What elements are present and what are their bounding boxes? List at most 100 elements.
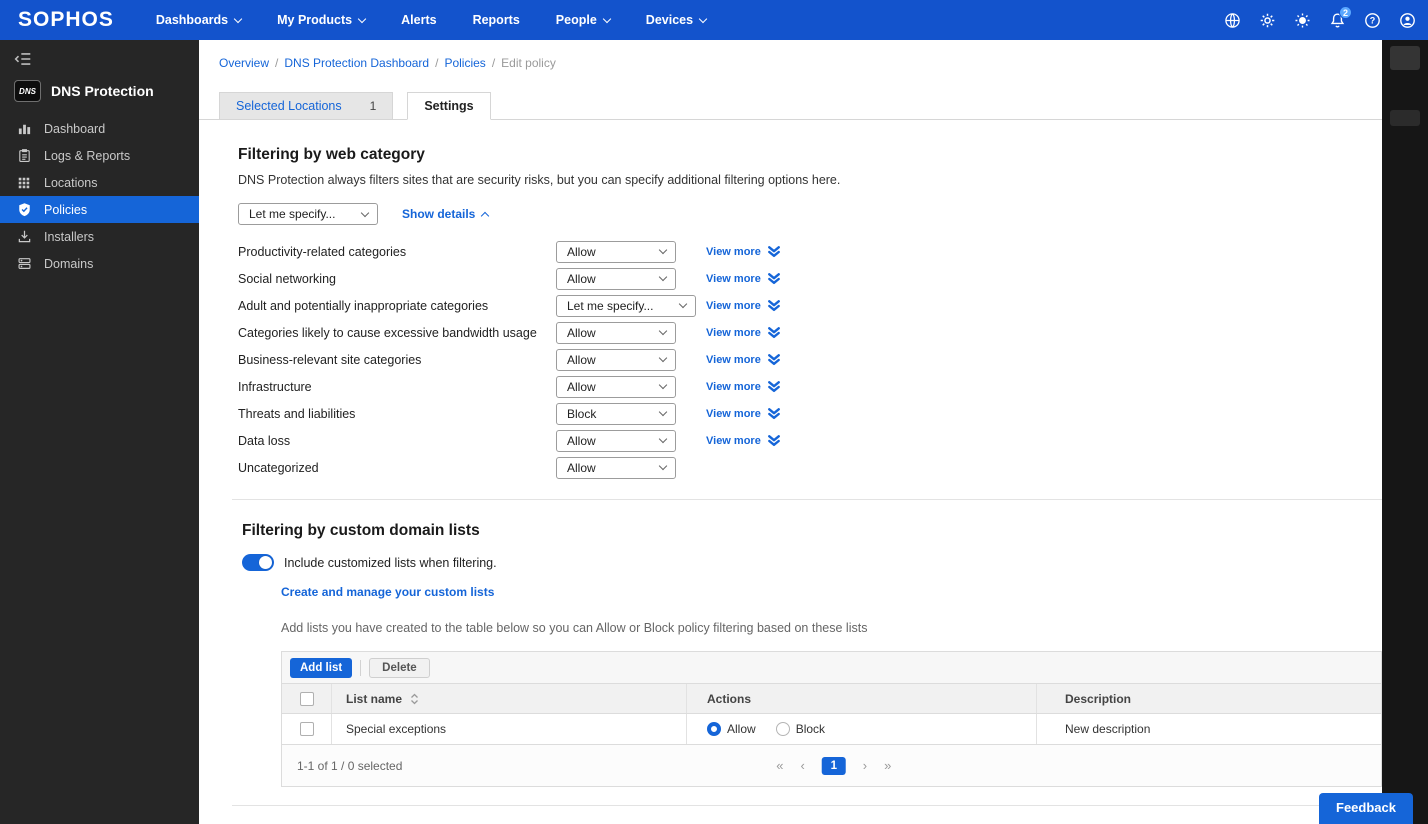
breadcrumb-policies[interactable]: Policies bbox=[444, 56, 485, 70]
scrollbar-mark bbox=[1390, 110, 1420, 126]
globe-icon[interactable] bbox=[1223, 11, 1241, 29]
sophos-logo[interactable]: SOPHOS bbox=[18, 8, 114, 32]
view-more-label: View more bbox=[706, 434, 761, 447]
show-details-toggle[interactable]: Show details bbox=[402, 207, 490, 221]
sidebar-nav: Dashboard Logs & Reports Locations Polic… bbox=[0, 115, 199, 277]
tab-bar: Selected Locations 1 Settings bbox=[199, 91, 1382, 120]
view-more-link[interactable]: View more bbox=[706, 246, 781, 258]
view-more-link[interactable]: View more bbox=[706, 300, 781, 312]
column-label: Description bbox=[1065, 691, 1132, 706]
sidebar-item-installers[interactable]: Installers bbox=[0, 223, 199, 250]
view-more-label: View more bbox=[706, 407, 761, 420]
brightness-icon[interactable] bbox=[1293, 11, 1311, 29]
custom-lists-table: Add list Delete List name Actions Descri… bbox=[281, 651, 1382, 787]
feedback-button[interactable]: Feedback bbox=[1319, 793, 1413, 824]
manage-custom-lists-link[interactable]: Create and manage your custom lists bbox=[281, 585, 494, 599]
category-label: Social networking bbox=[238, 271, 336, 286]
scrollbar[interactable] bbox=[1382, 40, 1428, 824]
category-action-select[interactable]: Allow bbox=[556, 375, 676, 398]
tab-settings[interactable]: Settings bbox=[407, 92, 491, 120]
table-row: Special exceptions Allow Block New descr… bbox=[281, 714, 1382, 745]
nav-people[interactable]: People bbox=[555, 13, 612, 27]
account-icon[interactable] bbox=[1398, 11, 1416, 29]
notifications-bell-icon[interactable]: 2 bbox=[1328, 6, 1352, 29]
show-details-label: Show details bbox=[402, 207, 476, 221]
category-row: Social networking Allow View more bbox=[238, 265, 1382, 292]
table-header-row: List name Actions Description bbox=[281, 684, 1382, 714]
delete-button[interactable]: Delete bbox=[369, 657, 430, 678]
section-title: Filtering by custom domain lists bbox=[242, 522, 480, 539]
nav-dashboards[interactable]: Dashboards bbox=[155, 13, 243, 27]
block-radio-label[interactable]: Block bbox=[796, 722, 825, 736]
breadcrumb-overview[interactable]: Overview bbox=[219, 56, 269, 70]
category-action-select[interactable]: Block bbox=[556, 402, 676, 425]
sidebar-collapse-button[interactable] bbox=[14, 50, 32, 68]
next-page-button[interactable]: › bbox=[863, 758, 867, 773]
filter-mode-select[interactable]: Let me specify... bbox=[238, 203, 378, 225]
category-label: Uncategorized bbox=[238, 460, 319, 475]
sidebar-item-label: Policies bbox=[44, 202, 88, 217]
view-more-link[interactable]: View more bbox=[706, 381, 781, 393]
nav-label: Dashboards bbox=[155, 13, 229, 27]
sidebar-item-dashboard[interactable]: Dashboard bbox=[0, 115, 199, 142]
include-lists-toggle[interactable] bbox=[242, 554, 274, 571]
view-more-link[interactable]: View more bbox=[706, 435, 781, 447]
category-action-select[interactable]: Allow bbox=[556, 348, 676, 371]
download-icon bbox=[16, 229, 32, 245]
allow-radio[interactable] bbox=[707, 722, 721, 736]
block-radio[interactable] bbox=[775, 722, 790, 736]
tab-selected-locations[interactable]: Selected Locations 1 bbox=[219, 92, 394, 120]
select-all-checkbox[interactable] bbox=[299, 691, 314, 706]
double-chevron-down-icon bbox=[767, 380, 780, 392]
select-value: Allow bbox=[567, 271, 596, 286]
product-name: DNS Protection bbox=[51, 83, 154, 99]
allow-radio-label[interactable]: Allow bbox=[727, 722, 756, 736]
description-value: New description bbox=[1065, 722, 1151, 736]
nav-devices[interactable]: Devices bbox=[646, 13, 708, 27]
category-action-select[interactable]: Allow bbox=[556, 267, 676, 290]
column-header-list-name[interactable]: List name bbox=[331, 684, 686, 713]
view-more-link[interactable]: View more bbox=[706, 408, 781, 420]
category-label: Categories likely to cause excessive ban… bbox=[238, 325, 537, 340]
view-more-link[interactable]: View more bbox=[706, 354, 781, 366]
tab-label: Settings bbox=[424, 99, 474, 113]
sidebar-item-policies[interactable]: Policies bbox=[0, 196, 199, 223]
nav-label: People bbox=[555, 13, 597, 27]
view-more-link[interactable]: View more bbox=[706, 327, 781, 339]
nav-my-products[interactable]: My Products bbox=[277, 13, 367, 27]
first-page-button[interactable]: « bbox=[776, 758, 783, 773]
category-action-select[interactable]: Allow bbox=[556, 429, 676, 452]
current-page-button[interactable]: 1 bbox=[821, 756, 846, 775]
category-label: Threats and liabilities bbox=[238, 406, 356, 421]
sidebar-item-locations[interactable]: Locations bbox=[0, 169, 199, 196]
sidebar: DNS DNS Protection Dashboard Logs & Repo… bbox=[0, 40, 199, 824]
sidebar-item-logs-reports[interactable]: Logs & Reports bbox=[0, 142, 199, 169]
column-header-description: Description bbox=[1036, 684, 1381, 713]
category-row: Data loss Allow View more bbox=[238, 427, 1382, 454]
breadcrumb-separator: / bbox=[275, 56, 279, 70]
chevron-down-icon bbox=[233, 14, 243, 23]
select-value: Allow bbox=[567, 325, 596, 340]
svg-text:?: ? bbox=[1369, 15, 1375, 25]
view-more-link[interactable]: View more bbox=[706, 273, 781, 285]
nav-reports[interactable]: Reports bbox=[473, 13, 520, 27]
help-icon[interactable]: ? bbox=[1363, 11, 1381, 29]
category-label: Data loss bbox=[238, 433, 291, 448]
add-list-button[interactable]: Add list bbox=[290, 657, 353, 678]
breadcrumb-dns-dashboard[interactable]: DNS Protection Dashboard bbox=[284, 56, 429, 70]
selection-summary: 1-1 of 1 / 0 selected bbox=[297, 758, 403, 773]
category-action-select[interactable]: Allow bbox=[556, 456, 676, 479]
nav-label: Alerts bbox=[401, 13, 437, 27]
row-checkbox[interactable] bbox=[299, 722, 314, 736]
previous-page-button[interactable]: ‹ bbox=[800, 758, 804, 773]
last-page-button[interactable]: » bbox=[884, 758, 891, 773]
category-action-select[interactable]: Let me specify... bbox=[556, 294, 696, 317]
sidebar-item-domains[interactable]: Domains bbox=[0, 250, 199, 277]
nav-alerts[interactable]: Alerts bbox=[401, 13, 436, 27]
list-name-value: Special exceptions bbox=[346, 722, 447, 736]
category-action-select[interactable]: Allow bbox=[556, 240, 676, 263]
select-value: Allow bbox=[567, 460, 596, 475]
gear-icon[interactable] bbox=[1258, 11, 1276, 29]
breadcrumb-separator: / bbox=[491, 56, 496, 70]
category-action-select[interactable]: Allow bbox=[556, 321, 676, 344]
